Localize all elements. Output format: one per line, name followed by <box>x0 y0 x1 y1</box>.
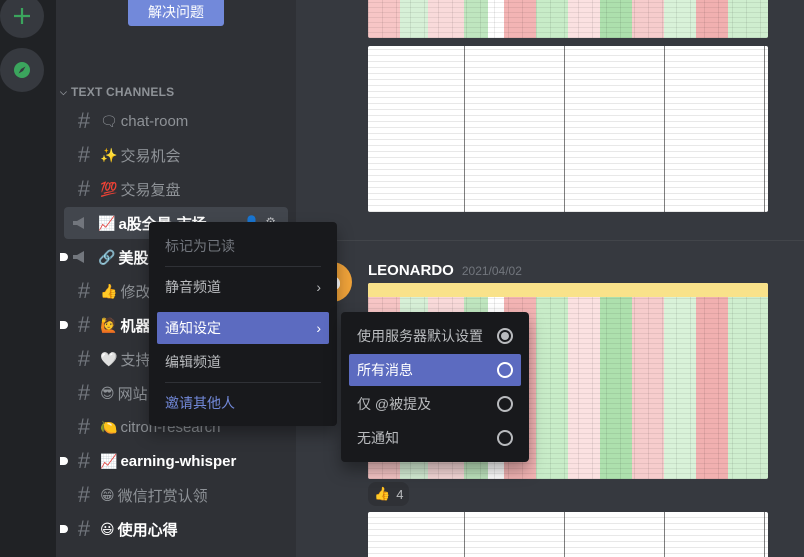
option-label: 无通知 <box>357 430 399 446</box>
radio-icon <box>497 430 513 446</box>
hash-icon: # <box>77 312 91 337</box>
category-text-channels[interactable]: ⌵ TEXT CHANNELS <box>60 84 174 100</box>
menu-item-label: 编辑频道 <box>165 354 221 370</box>
attachment-image[interactable] <box>368 46 768 212</box>
channel-emoji: 🙋 <box>100 316 118 333</box>
channel-label: 美股i <box>118 249 153 267</box>
plus-icon <box>14 8 30 24</box>
hash-icon: # <box>77 414 91 439</box>
hash-icon: # <box>77 176 91 201</box>
notify-option-none[interactable]: 无通知 <box>349 422 521 454</box>
channel-emoji: 🗨 <box>100 112 118 129</box>
channel-usage-notes[interactable]: # 😃 使用心得 <box>60 513 288 545</box>
channel-label: 网站 <box>117 385 148 403</box>
message-header: LEONARDO 2021/04/02 <box>368 262 522 279</box>
unread-indicator <box>60 321 68 329</box>
sheet-header-strip <box>368 283 768 297</box>
hash-icon: # <box>77 516 91 541</box>
channel-label: 使用心得 <box>117 521 178 539</box>
hash-icon: # <box>77 482 91 507</box>
channel-emoji: 🍋 <box>100 418 118 435</box>
message-author[interactable]: LEONARDO <box>368 262 454 279</box>
channel-context-menu: 标记为已读 静音频道 › 通知设定 › 编辑频道 邀请其他人 <box>149 222 337 426</box>
menu-item-label: 通知设定 <box>165 320 221 336</box>
hash-icon: # <box>77 108 91 133</box>
menu-item-edit-channel[interactable]: 编辑频道 <box>157 346 329 378</box>
chevron-right-icon: › <box>316 279 321 295</box>
attachment-image[interactable] <box>368 0 768 38</box>
channel-label: 机器 <box>120 317 151 335</box>
channel-emoji: 👍 <box>100 282 118 299</box>
menu-item-notifications[interactable]: 通知设定 › <box>157 312 329 344</box>
channel-trade-opportunity[interactable]: # ✨ 交易机会 <box>64 139 288 171</box>
chat-area: LEONARDO 2021/04/02 👍 4 <box>296 0 804 557</box>
menu-item-invite[interactable]: 邀请其他人 <box>157 387 329 419</box>
option-label: 仅 @被提及 <box>357 396 432 412</box>
menu-item-label: 邀请其他人 <box>165 395 235 411</box>
option-label: 所有消息 <box>357 362 413 378</box>
channel-label: earning-whisper <box>120 452 237 470</box>
hash-icon: # <box>77 346 91 371</box>
add-server-button[interactable] <box>0 0 44 38</box>
message-divider <box>296 240 804 241</box>
notify-option-server-default[interactable]: 使用服务器默认设置 <box>349 320 521 352</box>
channel-label: chat-room <box>120 112 189 130</box>
menu-item-label: 静音频道 <box>165 279 221 295</box>
channel-emoji: 📈 <box>100 452 118 469</box>
channel-label: 微信打赏认领 <box>117 487 208 505</box>
unread-indicator <box>60 253 68 261</box>
compass-icon <box>14 62 30 78</box>
server-rail <box>0 0 56 557</box>
announcement-icon <box>72 216 94 230</box>
hash-icon: # <box>77 278 91 303</box>
channel-emoji: ✨ <box>100 146 118 163</box>
channel-label: 支持 <box>120 351 151 369</box>
channel-wechat-tips[interactable]: # 😁 微信打赏认领 <box>64 479 288 511</box>
radio-icon <box>497 362 513 378</box>
message-timestamp: 2021/04/02 <box>461 264 522 278</box>
hash-icon: # <box>77 448 91 473</box>
channel-emoji: 💯 <box>100 180 118 197</box>
menu-separator <box>165 382 321 383</box>
channel-label: 交易机会 <box>120 147 181 165</box>
option-label: 使用服务器默认设置 <box>357 328 483 344</box>
channel-emoji: 📈 <box>98 214 116 231</box>
channel-earning-whisper[interactable]: # 📈 earning-whisper <box>60 445 288 477</box>
channel-trade-review[interactable]: # 💯 交易复盘 <box>64 173 288 205</box>
unread-indicator <box>60 457 68 465</box>
attachment-image[interactable] <box>368 512 768 557</box>
announcement-icon <box>72 250 94 264</box>
chevron-right-icon: › <box>316 320 321 336</box>
channel-label: 交易复盘 <box>120 181 181 199</box>
channel-emoji: 😁 <box>100 486 115 503</box>
menu-item-mark-read[interactable]: 标记为已读 <box>157 230 329 262</box>
hash-icon: # <box>77 142 91 167</box>
channel-emoji: 🤍 <box>100 350 118 367</box>
channel-chat-room[interactable]: # 🗨 chat-room <box>64 105 288 137</box>
hash-icon: # <box>77 380 91 405</box>
explore-servers-button[interactable] <box>0 48 44 92</box>
reaction-count: 4 <box>396 486 404 502</box>
channel-emoji: 🔗 <box>98 248 116 265</box>
channel-emoji: 😎 <box>100 384 115 401</box>
notification-submenu: 使用服务器默认设置 所有消息 仅 @被提及 无通知 <box>341 312 529 462</box>
menu-item-label: 标记为已读 <box>165 238 235 254</box>
channel-label: 修改 <box>120 283 151 301</box>
radio-icon <box>497 396 513 412</box>
radio-checked-icon <box>497 328 513 344</box>
menu-item-mute[interactable]: 静音频道 › <box>157 271 329 303</box>
unread-indicator <box>60 525 68 533</box>
category-label: TEXT CHANNELS <box>71 85 175 99</box>
channel-emoji: 😃 <box>100 520 115 537</box>
reaction-button[interactable]: 👍 4 <box>368 482 410 506</box>
solve-problem-button[interactable]: 解决问题 <box>128 0 224 26</box>
menu-separator <box>165 266 321 267</box>
chevron-down-icon: ⌵ <box>60 86 68 97</box>
reaction-emoji: 👍 <box>374 486 391 501</box>
notify-option-mentions[interactable]: 仅 @被提及 <box>349 388 521 420</box>
notify-option-all-messages[interactable]: 所有消息 <box>349 354 521 386</box>
